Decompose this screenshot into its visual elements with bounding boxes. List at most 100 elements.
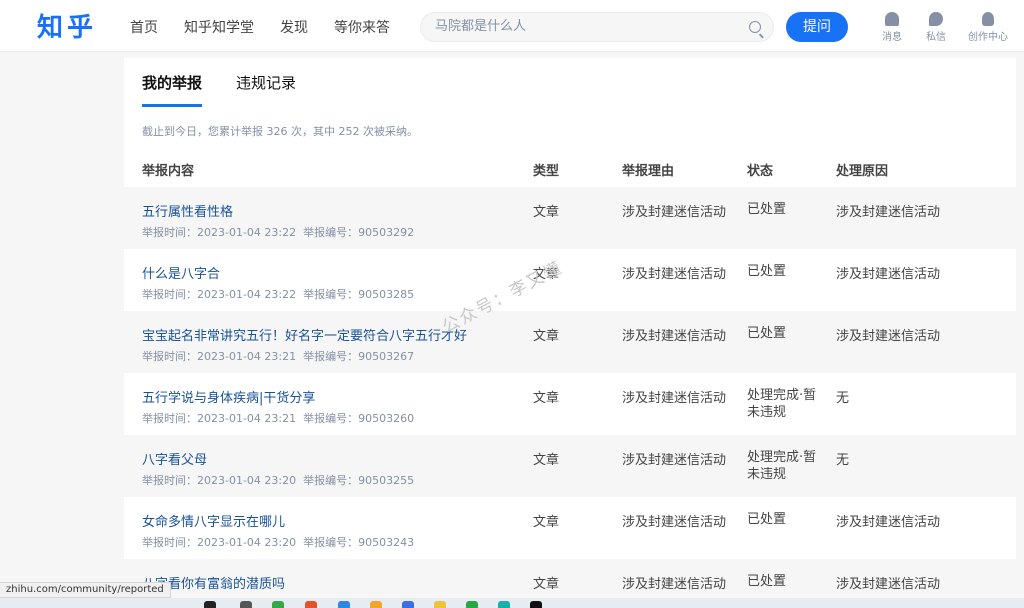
report-title[interactable]: 什么是八字合 bbox=[142, 263, 220, 282]
meta-time-label: 举报时间： bbox=[142, 350, 197, 363]
nav-home[interactable]: 首页 bbox=[130, 17, 158, 37]
report-type: 文章 bbox=[533, 515, 560, 530]
report-id: 90503292 bbox=[358, 226, 415, 239]
table-row: 宝宝起名非常讲究五行！好名字一定要符合八字五行才好 举报时间：2023-01-0… bbox=[124, 311, 1016, 373]
report-type: 文章 bbox=[533, 453, 560, 468]
app-icon[interactable] bbox=[204, 601, 216, 608]
meta-id-label: 举报编号： bbox=[303, 412, 359, 425]
report-meta: 举报时间：2023-01-04 23:21 举报编号：90503260 bbox=[142, 410, 414, 426]
report-cause: 无 bbox=[836, 453, 850, 468]
table-header: 举报内容 类型 举报理由 状态 处理原因 bbox=[124, 150, 1016, 186]
app-icon[interactable] bbox=[370, 601, 382, 608]
report-status: 已处置 bbox=[747, 202, 787, 217]
app-icon[interactable] bbox=[402, 601, 414, 608]
meta-time-label: 举报时间： bbox=[142, 536, 197, 549]
report-title[interactable]: 八字看父母 bbox=[142, 449, 207, 468]
app-icon[interactable] bbox=[305, 601, 317, 608]
os-taskbar bbox=[0, 598, 1024, 608]
report-time: 2023-01-04 23:20 bbox=[197, 536, 297, 549]
col-type: 类型 bbox=[533, 164, 560, 179]
app-icon[interactable] bbox=[466, 601, 478, 608]
col-reason: 举报理由 bbox=[622, 164, 675, 179]
meta-id-label: 举报编号： bbox=[303, 536, 359, 549]
report-panel: 我的举报 违规记录 截止到今日，您累计举报 326 次，其中 252 次被采纳。… bbox=[124, 58, 1016, 598]
meta-time-label: 举报时间： bbox=[142, 288, 197, 301]
table-row: 女命多情八字显示在哪儿 举报时间：2023-01-04 23:20 举报编号：9… bbox=[124, 497, 1016, 559]
bell-icon bbox=[885, 12, 899, 26]
zhihu-logo[interactable]: 知乎 bbox=[37, 7, 97, 44]
tab-violation-records[interactable]: 违规记录 bbox=[236, 72, 296, 107]
report-status: 已处置 bbox=[747, 264, 787, 279]
tab-my-reports[interactable]: 我的举报 bbox=[142, 72, 203, 107]
meta-time-label: 举报时间： bbox=[142, 474, 197, 487]
report-time: 2023-01-04 23:21 bbox=[197, 412, 297, 425]
report-type: 文章 bbox=[533, 577, 560, 592]
report-title[interactable]: 女命多情八字显示在哪儿 bbox=[142, 511, 285, 530]
search-box[interactable] bbox=[420, 12, 774, 42]
nav-waiting-answers[interactable]: 等你来答 bbox=[334, 17, 390, 37]
report-status: 处理完成·暂未违规 bbox=[747, 450, 817, 482]
app-icon[interactable] bbox=[434, 601, 446, 608]
report-reason: 涉及封建迷信活动 bbox=[622, 267, 727, 282]
col-content: 举报内容 bbox=[142, 164, 195, 179]
meta-id-label: 举报编号： bbox=[303, 288, 359, 301]
report-reason: 涉及封建迷信活动 bbox=[622, 453, 727, 468]
report-cause: 涉及封建迷信活动 bbox=[836, 329, 941, 344]
report-id: 90503285 bbox=[358, 288, 415, 301]
report-title[interactable]: 五行学说与身体疾病|干货分享 bbox=[142, 387, 315, 406]
report-id: 90503267 bbox=[358, 350, 415, 363]
report-type: 文章 bbox=[533, 329, 560, 344]
report-reason: 涉及封建迷信活动 bbox=[622, 391, 727, 406]
private-messages-button[interactable]: 私信 bbox=[926, 12, 946, 43]
creator-center-label: 创作中心 bbox=[968, 32, 1008, 43]
report-meta: 举报时间：2023-01-04 23:20 举报编号：90503243 bbox=[142, 534, 414, 550]
nav-zhixuetang[interactable]: 知乎知学堂 bbox=[184, 17, 254, 37]
messages-label: 消息 bbox=[882, 32, 902, 43]
report-title[interactable]: 五行属性看性格 bbox=[142, 201, 233, 220]
meta-id-label: 举报编号： bbox=[303, 474, 359, 487]
report-status: 已处置 bbox=[747, 574, 787, 589]
report-tabs: 我的举报 违规记录 bbox=[142, 72, 296, 107]
report-meta: 举报时间：2023-01-04 23:20 举报编号：90503255 bbox=[142, 472, 414, 488]
table-row: 八字看父母 举报时间：2023-01-04 23:20 举报编号：9050325… bbox=[124, 435, 1016, 497]
ask-button[interactable]: 提问 bbox=[786, 12, 848, 42]
messages-button[interactable]: 消息 bbox=[882, 12, 902, 43]
col-status: 状态 bbox=[747, 164, 774, 179]
report-status: 已处置 bbox=[747, 326, 787, 341]
report-id: 90503243 bbox=[358, 536, 415, 549]
meta-time-label: 举报时间： bbox=[142, 412, 197, 425]
user-icon bbox=[982, 12, 994, 26]
report-reason: 涉及封建迷信活动 bbox=[622, 515, 727, 530]
top-header: 知乎 首页 知乎知学堂 发现 等你来答 提问 消息 私信 创作中心 bbox=[0, 0, 1024, 52]
report-cause: 涉及封建迷信活动 bbox=[836, 267, 941, 282]
table-row: 八字看你有富翁的潜质吗 文章 涉及封建迷信活动 已处置 涉及封建迷信活动 bbox=[124, 559, 1016, 598]
report-meta: 举报时间：2023-01-04 23:22 举报编号：90503285 bbox=[142, 286, 414, 302]
app-icon[interactable] bbox=[530, 601, 542, 608]
search-input[interactable] bbox=[435, 19, 735, 34]
creator-center-button[interactable]: 创作中心 bbox=[968, 12, 1008, 43]
app-icon[interactable] bbox=[240, 601, 252, 608]
report-status: 已处置 bbox=[747, 512, 787, 527]
report-title[interactable]: 宝宝起名非常讲究五行！好名字一定要符合八字五行才好 bbox=[142, 325, 467, 344]
report-meta: 举报时间：2023-01-04 23:22 举报编号：90503292 bbox=[142, 224, 414, 240]
meta-time-label: 举报时间： bbox=[142, 226, 197, 239]
report-time: 2023-01-04 23:22 bbox=[197, 226, 297, 239]
report-cause: 涉及封建迷信活动 bbox=[836, 205, 941, 220]
app-icon[interactable] bbox=[338, 601, 350, 608]
report-status: 处理完成·暂未违规 bbox=[747, 388, 817, 420]
report-cause: 涉及封建迷信活动 bbox=[836, 515, 941, 530]
report-cause: 无 bbox=[836, 391, 850, 406]
report-time: 2023-01-04 23:21 bbox=[197, 350, 297, 363]
app-icon[interactable] bbox=[272, 601, 284, 608]
table-row: 什么是八字合 举报时间：2023-01-04 23:22 举报编号：905032… bbox=[124, 249, 1016, 311]
private-messages-label: 私信 bbox=[926, 32, 946, 43]
nav-discover[interactable]: 发现 bbox=[280, 17, 308, 37]
meta-id-label: 举报编号： bbox=[303, 350, 359, 363]
report-id: 90503255 bbox=[358, 474, 415, 487]
app-icon[interactable] bbox=[498, 601, 510, 608]
table-row: 五行属性看性格 举报时间：2023-01-04 23:22 举报编号：90503… bbox=[124, 187, 1016, 249]
search-icon[interactable] bbox=[749, 21, 761, 33]
report-meta: 举报时间：2023-01-04 23:21 举报编号：90503267 bbox=[142, 348, 414, 364]
report-type: 文章 bbox=[533, 391, 560, 406]
report-summary: 截止到今日，您累计举报 326 次，其中 252 次被采纳。 bbox=[142, 125, 418, 138]
